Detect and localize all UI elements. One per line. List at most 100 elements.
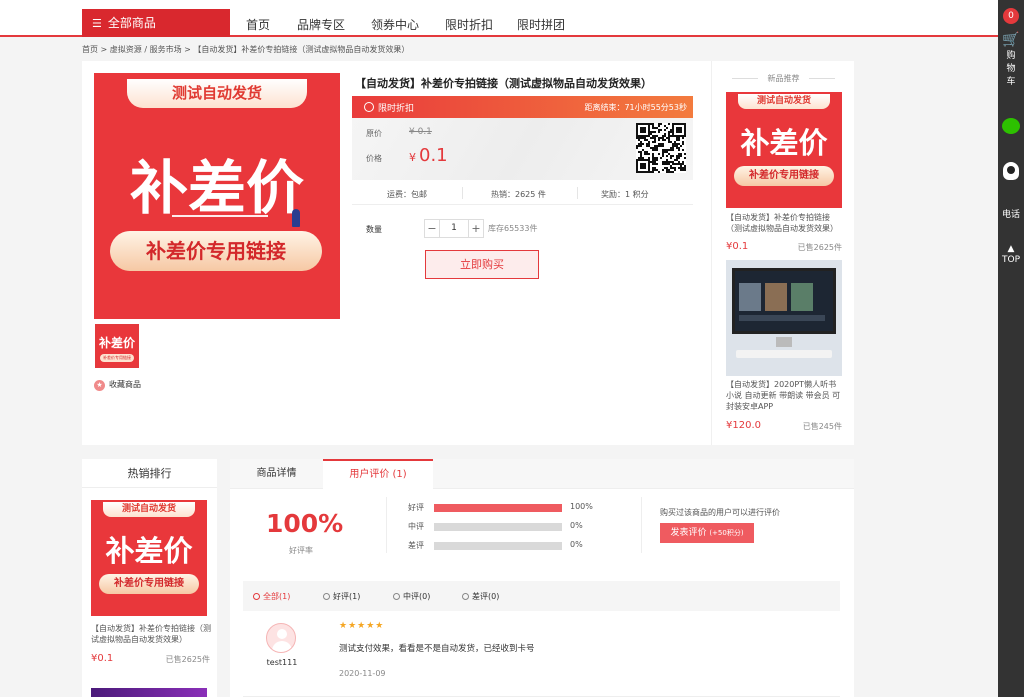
filter-label: 全部(1) bbox=[263, 592, 291, 601]
divider bbox=[641, 497, 642, 553]
nav-link-home[interactable]: 首页 bbox=[246, 16, 270, 33]
stock-info: 库存65533件 bbox=[488, 224, 538, 233]
flash-sale-bar: 限时折扣 距离结束：71小时55分53秒 bbox=[352, 96, 693, 118]
filter-good[interactable]: 好评(1) bbox=[323, 591, 360, 602]
recommend-title: 新品推荐 bbox=[712, 73, 855, 84]
recommend-item-sold: 已售2625件 bbox=[797, 243, 842, 252]
rating-bar-track bbox=[434, 504, 562, 512]
hot-item-name[interactable]: 【自动发货】补差价专拍链接（测试虚拟物品自动发货效果） bbox=[91, 623, 211, 645]
rec-image-sub-pill: 补差价专用链接 bbox=[734, 166, 834, 186]
filter-label: 中评(0) bbox=[403, 592, 431, 601]
review-username: test111 bbox=[266, 658, 298, 667]
quantity-decrease-button[interactable]: − bbox=[425, 220, 440, 237]
divider bbox=[577, 187, 578, 199]
price-label: 价格 bbox=[366, 154, 382, 163]
hot-item-image[interactable]: 测试自动发货 补差价 补差价专用链接 bbox=[91, 500, 207, 616]
buy-now-button[interactable]: 立即购买 bbox=[425, 250, 539, 279]
write-review-button[interactable]: 发表评价 (+50积分) bbox=[660, 523, 754, 543]
filter-bad[interactable]: 差评(0) bbox=[462, 591, 499, 602]
monitor-screen-icon bbox=[732, 268, 836, 334]
filter-label: 差评(0) bbox=[472, 592, 500, 601]
price-amount: 0.1 bbox=[419, 145, 448, 166]
product-thumbnail[interactable]: 补差价 补差价专用链接 bbox=[95, 324, 139, 368]
good-rate-label: 好评率 bbox=[289, 546, 313, 555]
hot-item-image-next[interactable] bbox=[91, 688, 207, 697]
nav-link-coupons[interactable]: 领券中心 bbox=[371, 16, 419, 33]
rating-bar-track bbox=[434, 523, 562, 531]
hot-ranking-title: 热销排行 bbox=[82, 459, 217, 488]
hot-image-sub-pill: 补差价专用链接 bbox=[99, 574, 199, 594]
breadcrumb[interactable]: 首页 > 虚拟资源 / 服务市场 > 【自动发货】补差价专拍链接（测试虚拟物品自… bbox=[82, 44, 409, 55]
wechat-icon[interactable] bbox=[1002, 118, 1020, 134]
favorite-button[interactable]: ★ 收藏商品 bbox=[94, 379, 141, 391]
rating-bar-label: 差评 bbox=[408, 541, 424, 550]
recommend-item-price: ¥0.1 bbox=[726, 241, 749, 252]
shipping-info: 运费：包邮 bbox=[387, 190, 427, 199]
recommend-item-name[interactable]: 【自动发货】补差价专拍链接（测试虚拟物品自动发货效果） bbox=[726, 212, 844, 234]
qq-icon[interactable] bbox=[1003, 162, 1019, 180]
avatar bbox=[266, 623, 296, 653]
menu-icon: ☰ bbox=[92, 17, 102, 30]
detail-panel: 商品详情 用户评价 (1) 100% 好评率 好评 100% 中评 0% 差评 … bbox=[230, 459, 854, 697]
review-hint: 购买过该商品的用户可以进行评价 bbox=[660, 508, 780, 517]
clock-icon bbox=[364, 102, 374, 112]
product-panel: 测试自动发货 补差价 补差价专用链接 补差价 补差价专用链接 ★ 收藏商品 【自动… bbox=[82, 61, 854, 445]
sales-info: 热销：2625 件 bbox=[491, 190, 546, 199]
quantity-stepper: − 1 + bbox=[424, 219, 484, 238]
product-title: 【自动发货】补差价专拍链接（测试虚拟物品自动发货效果） bbox=[355, 77, 652, 90]
recommend-item-image[interactable]: 测试自动发货 补差价 补差价专用链接 bbox=[726, 92, 842, 208]
current-price: ¥0.1 bbox=[409, 145, 448, 166]
rating-bar-percent: 100% bbox=[570, 502, 593, 511]
image-sub-pill: 补差价专用链接 bbox=[110, 231, 322, 271]
hot-image-top-pill: 测试自动发货 bbox=[103, 502, 195, 517]
radio-icon bbox=[253, 593, 260, 600]
quantity-input[interactable]: 1 bbox=[440, 220, 468, 237]
review-text: 测试支付效果，看看是不是自动发货，已经收到卡号 bbox=[339, 644, 535, 654]
flash-sale-label: 限时折扣 bbox=[364, 101, 414, 114]
arrow-up-icon: ▲ bbox=[1007, 244, 1015, 254]
product-info-row: 运费：包邮 热销：2625 件 奖励：1 积分 bbox=[352, 183, 693, 205]
rec-image-headline: 补差价 bbox=[740, 126, 828, 160]
write-review-bonus: (+50积分) bbox=[709, 529, 744, 537]
back-to-top-button[interactable]: ▲ TOP bbox=[998, 244, 1024, 266]
rec-image-top-pill: 测试自动发货 bbox=[738, 94, 830, 109]
recommend-item-price: ¥120.0 bbox=[726, 420, 761, 431]
countdown: 距离结束：71小时55分53秒 bbox=[584, 103, 687, 112]
cart-icon: 🛒 bbox=[1002, 32, 1020, 48]
top-label: TOP bbox=[1001, 255, 1020, 265]
review-stars: ★★★★★ bbox=[339, 621, 385, 631]
filter-neutral[interactable]: 中评(0) bbox=[393, 591, 430, 602]
good-rate-value: 100% bbox=[266, 509, 344, 538]
cart-count-badge: 0 bbox=[1003, 8, 1019, 24]
recommend-item-name[interactable]: 【自动发货】2020PT懒人听书小说 自动更新 带朗读 带会员 可封装安卓APP bbox=[726, 379, 844, 412]
hot-item-sold: 已售2625件 bbox=[165, 655, 210, 664]
all-categories-button[interactable]: ☰ 全部商品 bbox=[82, 9, 230, 37]
image-top-pill: 测试自动发货 bbox=[127, 79, 307, 108]
quantity-increase-button[interactable]: + bbox=[468, 220, 483, 237]
favorite-label: 收藏商品 bbox=[109, 380, 141, 389]
nav-link-brands[interactable]: 品牌专区 bbox=[297, 16, 345, 33]
filter-label: 好评(1) bbox=[333, 592, 361, 601]
tab-user-reviews[interactable]: 用户评价 (1) bbox=[323, 459, 433, 490]
filter-all[interactable]: 全部(1) bbox=[253, 591, 290, 602]
reward-info: 奖励：1 积分 bbox=[601, 190, 649, 199]
tab-product-detail[interactable]: 商品详情 bbox=[230, 459, 323, 489]
review-filter-bar: 全部(1) 好评(1) 中评(0) 差评(0) bbox=[243, 581, 840, 611]
nav-link-flash-discount[interactable]: 限时折扣 bbox=[445, 16, 493, 33]
qr-code-icon bbox=[636, 123, 686, 173]
rating-bar-fill bbox=[434, 504, 562, 512]
rating-bar-percent: 0% bbox=[570, 540, 583, 549]
detail-tabs: 商品详情 用户评价 (1) bbox=[230, 459, 854, 490]
hot-image-headline: 补差价 bbox=[105, 534, 193, 568]
top-nav: ☰ 全部商品 首页 品牌专区 领券中心 限时折扣 限时拼团 bbox=[0, 0, 998, 37]
image-headline: 补差价 bbox=[129, 154, 304, 222]
sidebar-phone[interactable]: 电话 bbox=[998, 207, 1024, 220]
currency-symbol: ¥ bbox=[409, 151, 416, 164]
recommend-item-image[interactable] bbox=[726, 260, 842, 376]
hot-item-price: ¥0.1 bbox=[91, 653, 114, 664]
divider bbox=[462, 187, 463, 199]
product-main-image: 测试自动发货 补差价 补差价专用链接 bbox=[94, 73, 340, 319]
sidebar-cart[interactable]: 🛒 购物车 bbox=[998, 32, 1024, 89]
nav-link-group-buy[interactable]: 限时拼团 bbox=[517, 16, 565, 33]
thumbnail-sub-pill: 补差价专用链接 bbox=[100, 354, 134, 362]
